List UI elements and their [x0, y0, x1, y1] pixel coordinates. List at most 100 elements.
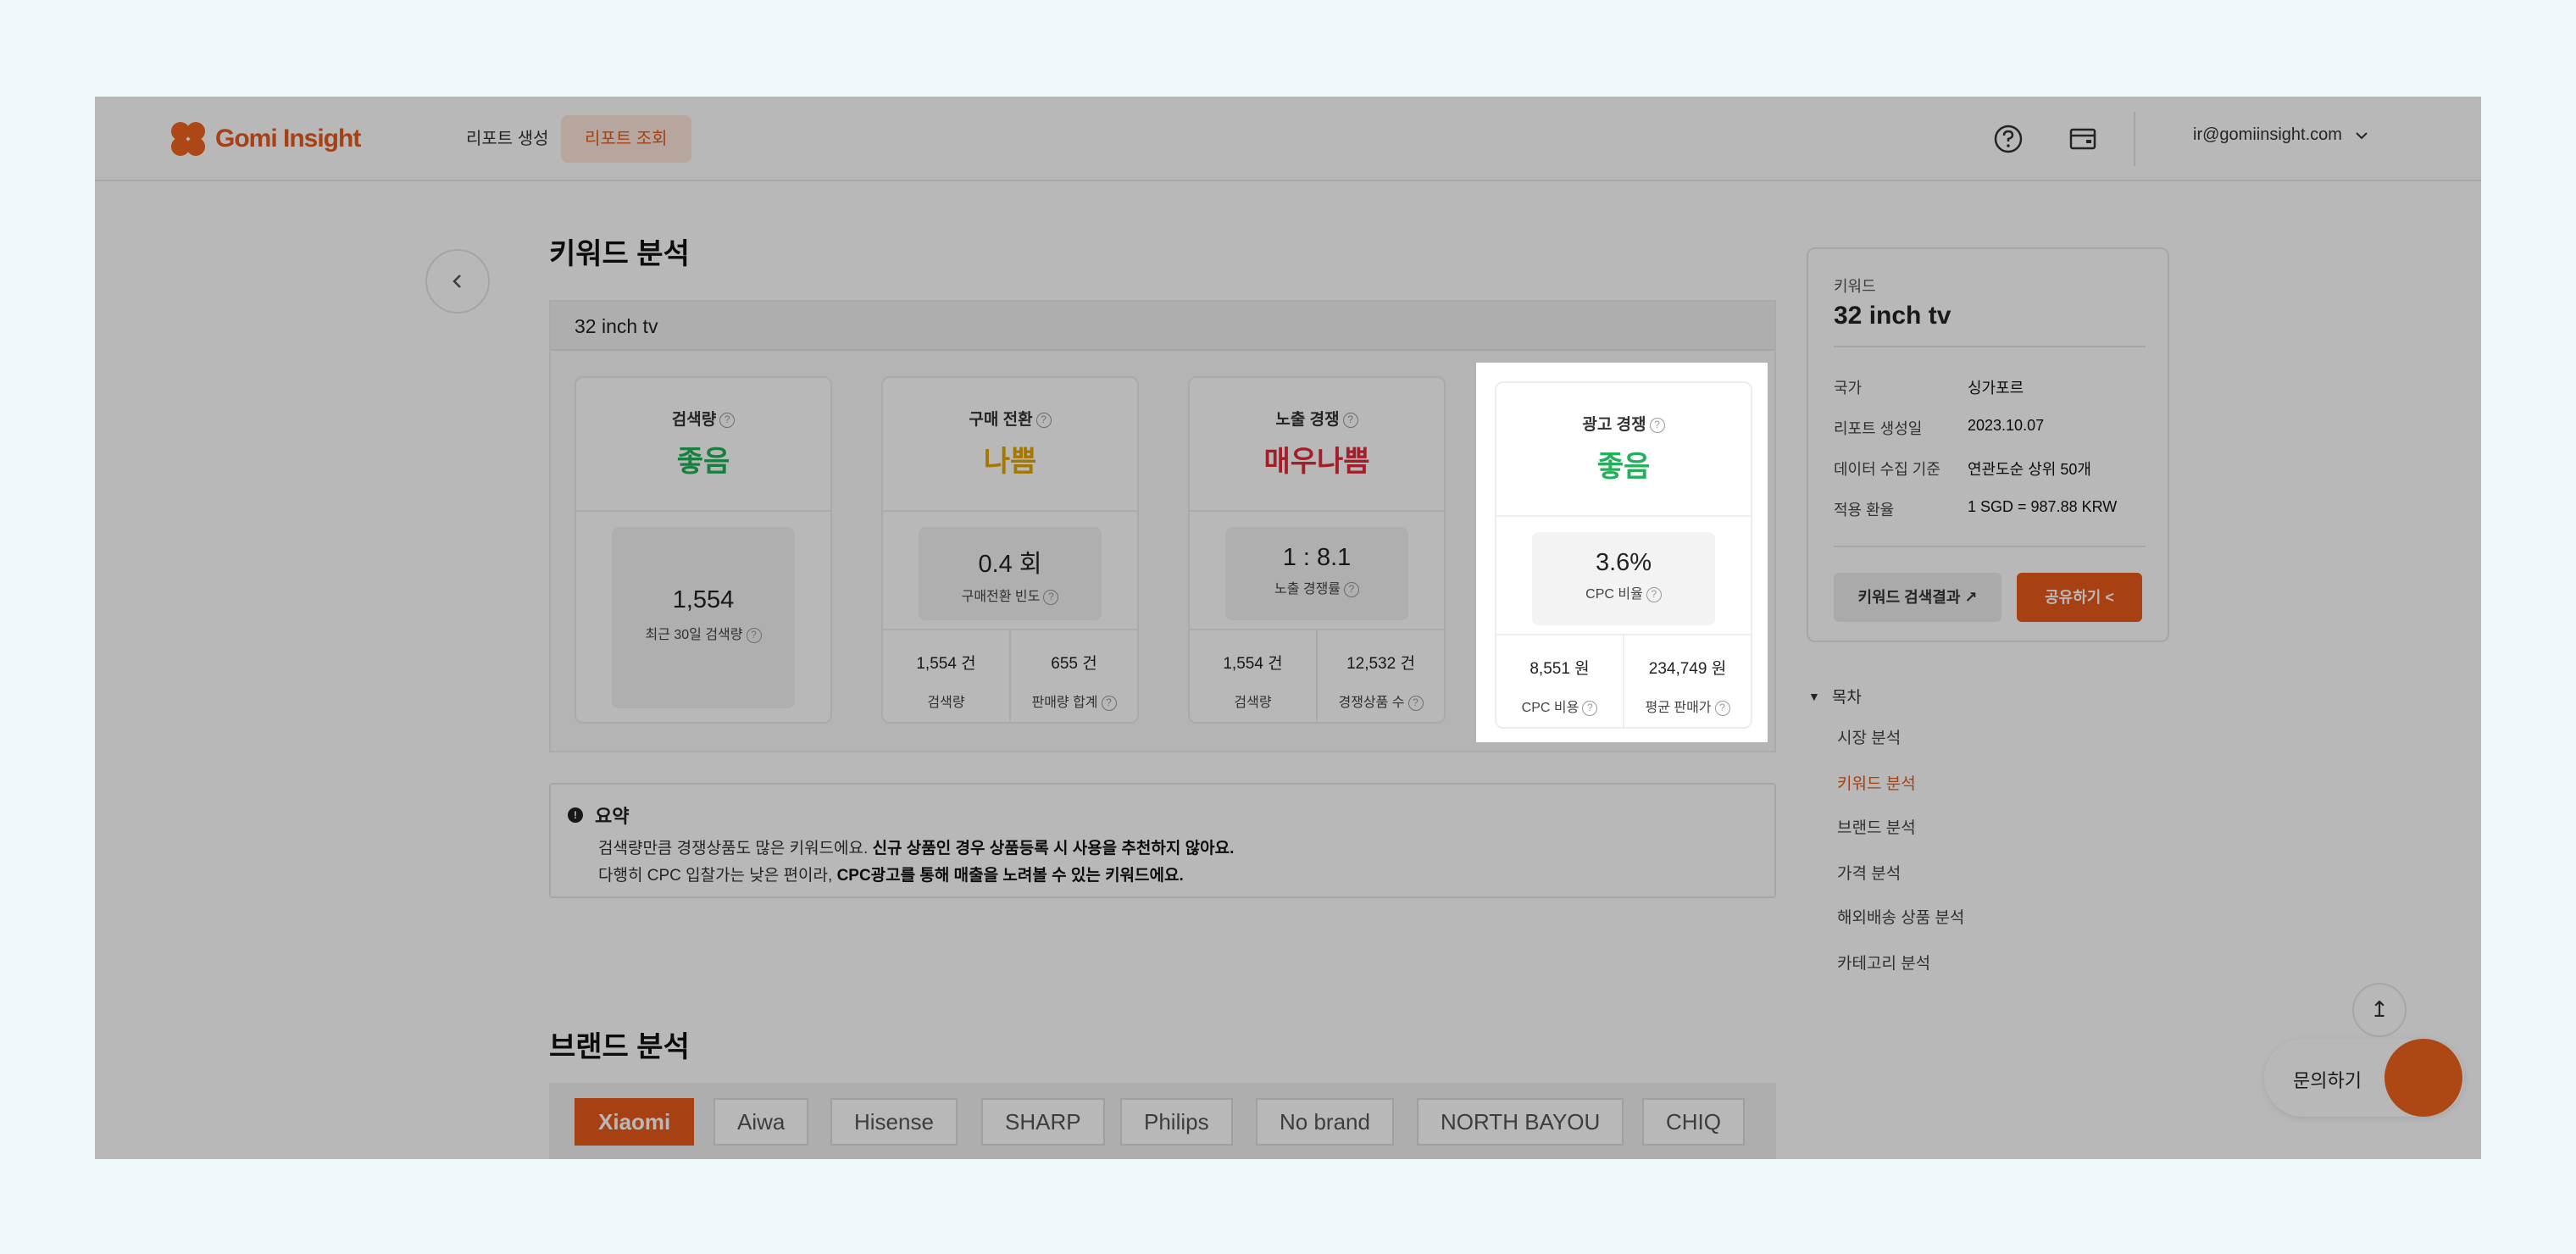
info-keyword-label: 키워드	[1834, 278, 1876, 295]
brand-tab-north-bayou[interactable]: NORTH BAYOU	[1417, 1098, 1624, 1146]
share-button[interactable]: 공유하기 <	[2017, 573, 2142, 622]
user-menu[interactable]: ir@gomiinsight.com	[2193, 125, 2369, 145]
keyword-search-result-button[interactable]: 키워드 검색결과 ↗	[1834, 573, 2001, 622]
button-label: 공유하기	[2045, 589, 2101, 606]
nav-report-view[interactable]: 리포트 조회	[561, 115, 691, 163]
foot-label: CPC 비용	[1521, 701, 1579, 715]
info-label: 적용 환율	[1834, 502, 1895, 519]
info-value: 2023.10.07	[1968, 417, 2045, 434]
info-label: 리포트 생성일	[1834, 420, 1923, 437]
user-email: ir@gomiinsight.com	[2193, 125, 2342, 144]
help-icon[interactable]: ?	[1101, 695, 1117, 711]
help-icon[interactable]: ?	[1649, 417, 1665, 433]
info-keyword-value: 32 inch tv	[1834, 302, 1951, 330]
card-title: 노출 경쟁	[1275, 411, 1340, 429]
foot-value: 1,554 건	[916, 655, 976, 673]
external-link-icon: ↗	[1964, 589, 1978, 606]
brand-tab-no-brand[interactable]: No brand	[1256, 1098, 1394, 1146]
info-row-country: 국가 싱가포르	[1834, 376, 2024, 398]
brand-logo[interactable]: Gomi Insight	[171, 122, 361, 156]
card-title: 검색량	[671, 411, 717, 429]
card-title: 구매 전환	[969, 411, 1033, 429]
toc-header[interactable]: ▼ 목차	[1808, 685, 1862, 707]
help-icon[interactable]: ?	[1582, 700, 1598, 716]
toc-item-keyword[interactable]: 키워드 분석	[1837, 771, 1916, 794]
arrow-up-icon: ↥	[2370, 996, 2389, 1022]
keyword-analysis-title: 키워드 분석	[549, 238, 690, 270]
foot-label: 검색량	[1234, 696, 1272, 710]
brand-tab-chiq[interactable]: CHIQ	[1642, 1098, 1745, 1146]
help-icon[interactable]	[1991, 122, 2025, 156]
help-icon[interactable]: ?	[1646, 586, 1662, 602]
toc-item-brand[interactable]: 브랜드 분석	[1837, 815, 1916, 838]
ad-competition-card: 광고 경쟁? 좋음 3.6% CPC 비율? 8,551 원 CPC 비용? 23…	[1495, 381, 1752, 729]
info-row-exchange-rate: 적용 환율 1 SGD = 987.88 KRW	[1834, 498, 2117, 520]
share-icon: <	[2105, 589, 2114, 606]
metric-box: 0.4 회 구매전환 빈도?	[919, 527, 1102, 620]
scroll-top-button[interactable]: ↥	[2352, 983, 2407, 1037]
info-value: 1 SGD = 987.88 KRW	[1968, 498, 2118, 515]
help-icon[interactable]: ?	[1043, 589, 1059, 605]
metric-box: 1 : 8.1 노출 경쟁률?	[1225, 527, 1408, 620]
help-icon[interactable]: ?	[1344, 581, 1360, 597]
help-icon[interactable]: ?	[1035, 412, 1052, 428]
info-value: 연관도순 상위 50개	[1968, 461, 2091, 478]
divider	[1834, 346, 2146, 347]
button-label: 키워드 검색결과	[1857, 589, 1961, 606]
foot-value: 8,551 원	[1530, 660, 1590, 678]
caret-down-icon: ▼	[1808, 689, 1820, 703]
card-rating: 나쁨	[983, 446, 1037, 478]
foot-value: 234,749 원	[1648, 660, 1727, 678]
exposure-competition-card: 노출 경쟁? 매우나쁨 1 : 8.1 노출 경쟁률? 1,554 건 검색량 1…	[1188, 376, 1446, 724]
chat-logo-icon[interactable]	[2384, 1039, 2462, 1117]
summary-line-2: 다행히 CPC 입찰가는 낮은 편이라, CPC광고를 통해 매출을 노려볼 수…	[598, 863, 1184, 885]
info-label: 데이터 수집 기준	[1834, 461, 1940, 478]
info-row-data-basis: 데이터 수집 기준 연관도순 상위 50개	[1834, 458, 2091, 480]
summary-text: 검색량만큼 경쟁상품도 많은 키워드에요.	[598, 840, 873, 857]
metric-label: 구매전환 빈도	[961, 590, 1041, 604]
report-info-card: 키워드 32 inch tv 국가 싱가포르 리포트 생성일 2023.10.07 …	[1807, 247, 2169, 642]
toc-item-category[interactable]: 카테고리 분석	[1837, 951, 1930, 974]
card-rating: 매우나쁨	[1263, 446, 1370, 478]
app-window: Gomi Insight 리포트 생성 리포트 조회 ir@gomiinsigh…	[95, 97, 2481, 1159]
card-title: 광고 경쟁	[1582, 416, 1646, 434]
help-icon[interactable]: ?	[746, 627, 762, 643]
help-icon[interactable]: ?	[719, 412, 736, 428]
toc-title: 목차	[1831, 689, 1862, 707]
help-icon[interactable]: ?	[1407, 695, 1424, 711]
foot-label: 평균 판매가	[1645, 701, 1712, 715]
foot-label: 판매량 합계	[1031, 696, 1098, 710]
metric-value: 1,554	[672, 586, 735, 613]
divider	[1834, 546, 2146, 547]
toc-item-price[interactable]: 가격 분석	[1837, 861, 1901, 884]
metric-label: CPC 비율	[1585, 587, 1643, 602]
toc-item-market[interactable]: 시장 분석	[1837, 725, 1901, 748]
brand-tab-xiaomi[interactable]: Xiaomi	[575, 1098, 695, 1146]
metric-box: 3.6% CPC 비율?	[1532, 532, 1715, 625]
brand-tab-aiwa[interactable]: Aiwa	[713, 1098, 809, 1146]
gomi-logo-icon	[171, 122, 205, 156]
inquiry-label: 문의하기	[2293, 1070, 2362, 1091]
card-footer: 1,554 건 검색량 12,532 건 경쟁상품 수?	[1190, 629, 1444, 722]
brand-tab-hisense[interactable]: Hisense	[830, 1098, 958, 1146]
summary-line-1: 검색량만큼 경쟁상품도 많은 키워드에요. 신규 상품인 경우 상품등록 시 사…	[598, 835, 1234, 858]
inquiry-widget[interactable]: 문의하기	[2264, 1039, 2464, 1117]
foot-value: 1,554 건	[1223, 655, 1283, 673]
help-icon[interactable]: ?	[1342, 412, 1358, 428]
summary-text: 다행히 CPC 입찰가는 낮은 편이라,	[598, 867, 837, 885]
wallet-icon[interactable]	[2066, 122, 2100, 156]
brand-tab-sharp[interactable]: SHARP	[981, 1098, 1105, 1146]
summary-emphasis: 신규 상품인 경우 상품등록 시 사용을 추천하지 않아요.	[872, 840, 1235, 857]
toc-item-overseas[interactable]: 해외배송 상품 분석	[1837, 905, 1964, 928]
foot-label: 경쟁상품 수	[1338, 696, 1405, 710]
summary-emphasis: CPC광고를 통해 매출을 노려볼 수 있는 키워드에요.	[836, 867, 1184, 885]
brand-tab-philips[interactable]: Philips	[1120, 1098, 1233, 1146]
brand-analysis-title: 브랜드 분석	[549, 1031, 690, 1063]
back-button[interactable]	[425, 249, 490, 314]
metric-value: 0.4 회	[978, 551, 1042, 578]
tutorial-spotlight: 광고 경쟁? 좋음 3.6% CPC 비율? 8,551 원 CPC 비용? 23…	[1476, 363, 1768, 742]
help-icon[interactable]: ?	[1714, 700, 1730, 716]
summary-title: 요약	[595, 806, 630, 827]
nav-report-create[interactable]: 리포트 생성	[442, 115, 573, 163]
metric-label: 노출 경쟁률	[1274, 582, 1341, 596]
